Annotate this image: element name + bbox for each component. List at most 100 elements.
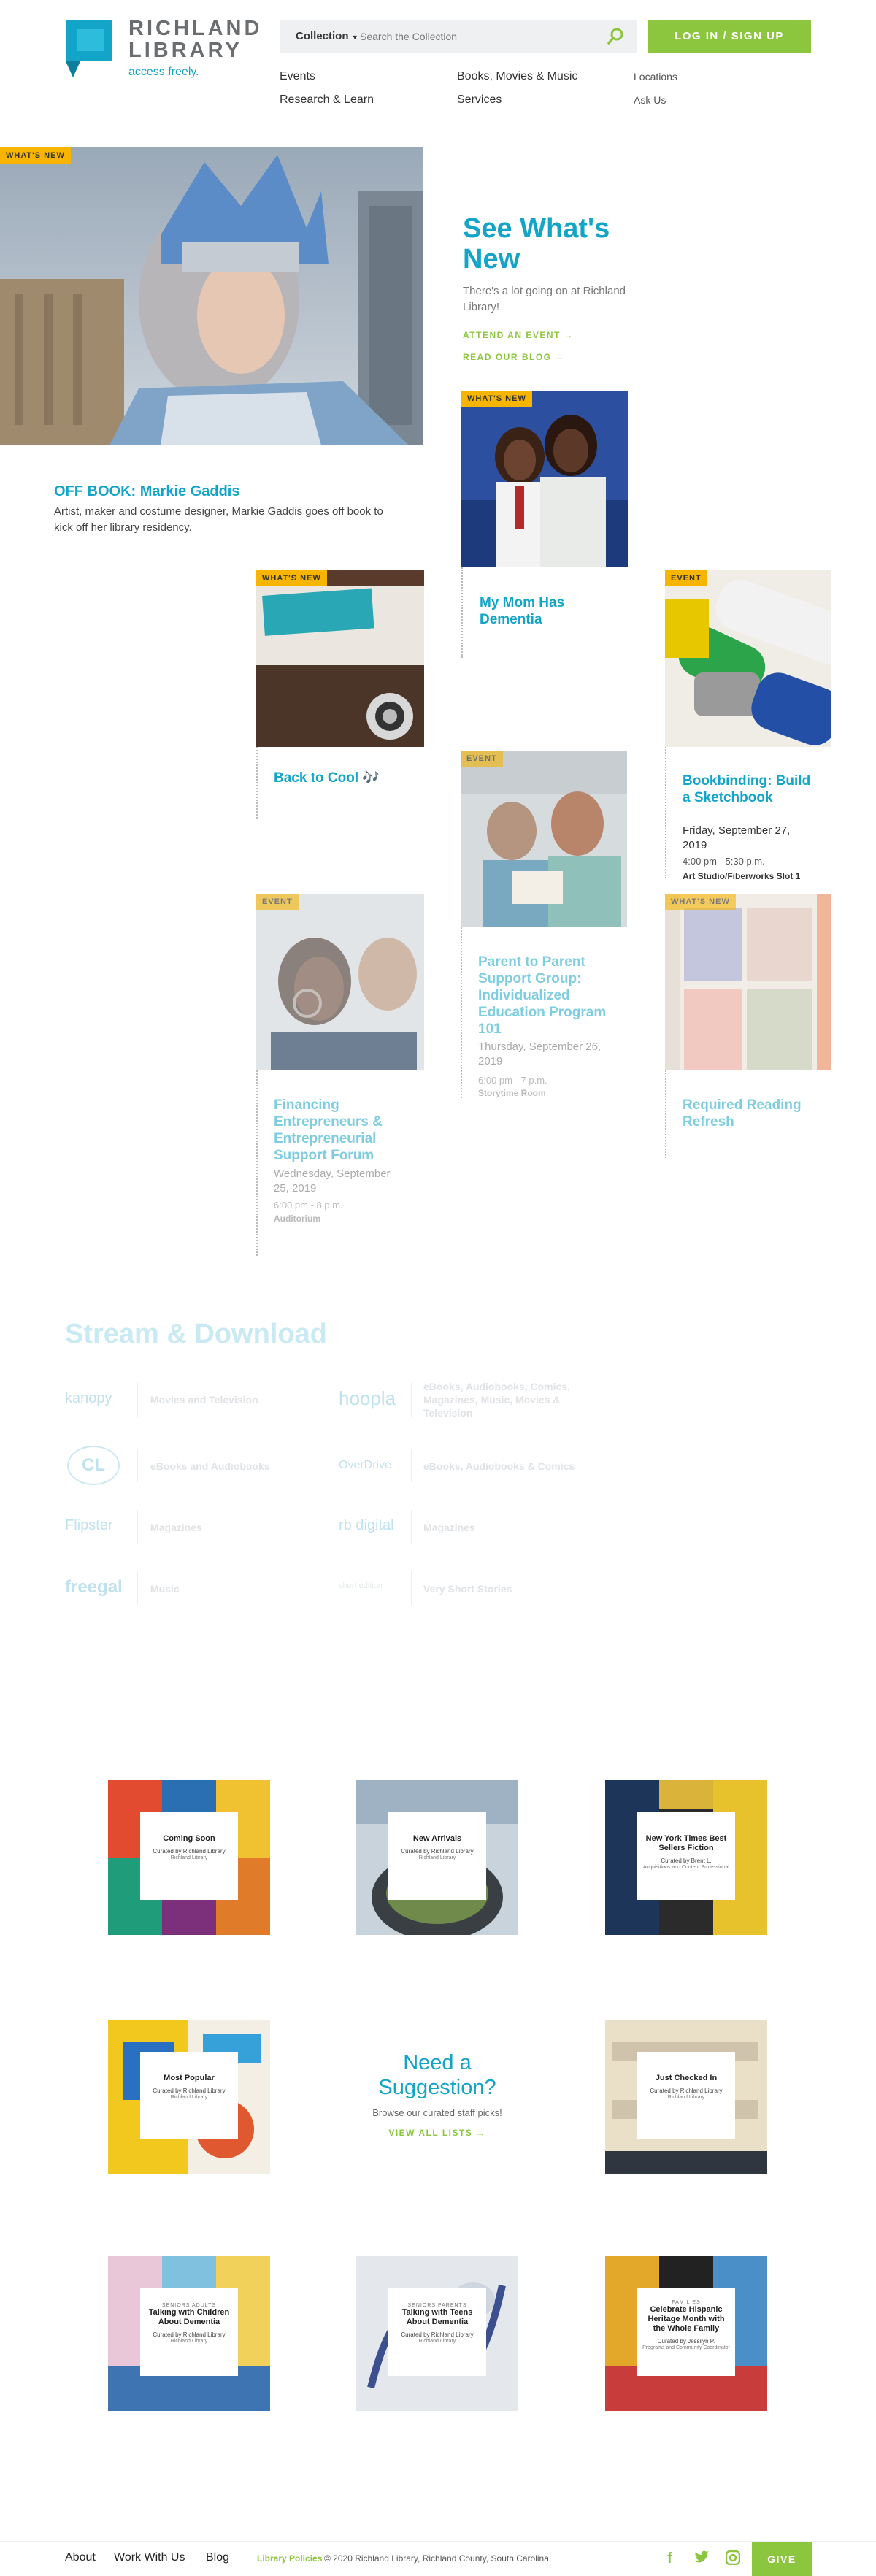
flipster-logo[interactable]: Flipster <box>65 1517 113 1534</box>
card-bookbinding-date: Friday, September 27, 2019 <box>683 824 791 851</box>
search-scope-label: Collection <box>296 30 349 42</box>
search-button[interactable] <box>601 25 630 48</box>
logo-mark[interactable] <box>66 20 112 77</box>
card-financing-title[interactable]: Financing Entrepreneurs & Entrepreneuria… <box>274 1097 420 1164</box>
list-most-popular-card: Most Popular Curated by Richland Library… <box>140 2052 238 2139</box>
list-just-checked-in[interactable]: Just Checked In Curated by Richland Libr… <box>605 2020 767 2174</box>
cloud-library-mark: CL <box>82 1455 105 1475</box>
attend-event-link[interactable]: ATTEND AN EVENT → <box>463 330 574 340</box>
give-button[interactable]: GIVE <box>752 2542 812 2576</box>
logo-title-line1: RICHLAND <box>128 17 263 40</box>
list-hispanic-heritage-sub: Programs and Community Coordinator <box>642 2345 730 2350</box>
list-talking-children[interactable]: SENIORS ADULTS Talking with Children Abo… <box>108 2256 270 2411</box>
list-talking-teens-title: Talking with Teens About Dementia <box>402 2308 473 2326</box>
kanopy-description: Movies and Television <box>150 1394 258 1406</box>
card-my-mom-photo <box>461 391 628 567</box>
feature-image[interactable]: WHAT'S NEW <box>0 147 423 445</box>
nav-research-learn[interactable]: Research & Learn <box>280 93 374 107</box>
footer-work-with-us[interactable]: Work With Us <box>114 2551 185 2564</box>
card-bookbinding-image[interactable]: EVENT <box>665 570 831 747</box>
list-new-arrivals[interactable]: New Arrivals Curated by Richland Library… <box>356 1780 518 1935</box>
list-new-arrivals-title: New Arrivals <box>412 1834 462 1843</box>
list-new-arrivals-card: New Arrivals Curated by Richland Library… <box>388 1812 486 1900</box>
list-talking-children-curator: Curated by Richland Library <box>153 2331 226 2338</box>
card-financing-badge: EVENT <box>256 894 299 910</box>
list-hispanic-heritage-card: FAMILIES Celebrate Hispanic Heritage Mon… <box>637 2288 735 2376</box>
short-edition-description: Very Short Stories <box>423 1583 512 1595</box>
list-most-popular[interactable]: Most Popular Curated by Richland Library… <box>108 2020 270 2174</box>
list-most-popular-title: Most Popular <box>164 2074 215 2082</box>
card-financing-image[interactable]: EVENT <box>256 894 424 1070</box>
nav-events[interactable]: Events <box>280 70 315 83</box>
rbdigital-logo[interactable]: rb digital <box>339 1517 394 1534</box>
footer-blog[interactable]: Blog <box>206 2551 229 2564</box>
nav-books-movies-music[interactable]: Books, Movies & Music <box>457 70 577 83</box>
card-parent-image[interactable]: EVENT <box>461 751 627 927</box>
list-hispanic-heritage[interactable]: FAMILIES Celebrate Hispanic Heritage Mon… <box>605 2256 767 2411</box>
list-nyt-card: New York Times Best Sellers Fiction Cura… <box>637 1812 735 1900</box>
card-back-to-cool-title[interactable]: Back to Cool 🎶 <box>274 770 420 786</box>
card-required-reading-image[interactable]: WHAT'S NEW <box>665 894 831 1070</box>
footer-about[interactable]: About <box>65 2551 96 2564</box>
feature-badge: WHAT'S NEW <box>0 147 71 164</box>
list-nyt-bestsellers[interactable]: New York Times Best Sellers Fiction Cura… <box>605 1780 767 1935</box>
card-my-mom-badge: WHAT'S NEW <box>461 391 532 407</box>
list-most-popular-curator: Curated by Richland Library <box>153 2088 226 2094</box>
list-coming-soon-sub: Richland Library <box>170 1855 208 1860</box>
search-input[interactable] <box>360 26 593 47</box>
list-talking-teens[interactable]: SENIORS PARENTS Talking with Teens About… <box>356 2256 518 2411</box>
card-financing-location: Auditorium <box>274 1214 320 1224</box>
card-bookbinding-title[interactable]: Bookbinding: Build a Sketchbook <box>683 773 814 806</box>
suggestion-title: Need a Suggestion? <box>378 2051 496 2099</box>
intro-description: There's a lot going on at Richland Libra… <box>463 285 626 313</box>
list-talking-teens-curator: Curated by Richland Library <box>401 2331 474 2338</box>
footer: About Work With Us Blog Library Policies… <box>0 2541 876 2576</box>
list-new-arrivals-sub: Richland Library <box>418 1855 456 1860</box>
facebook-icon[interactable]: f <box>667 2550 672 2567</box>
hoopla-logo[interactable]: hoopla <box>339 1387 396 1410</box>
list-talking-teens-sub: Richland Library <box>418 2339 456 2344</box>
search-icon <box>607 28 623 45</box>
kanopy-logo[interactable]: kanopy <box>65 1390 112 1407</box>
search-bar: Collection ▼ <box>280 20 637 53</box>
card-back-to-cool-image[interactable]: WHAT'S NEW <box>256 570 424 747</box>
suggestion-description: Browse our curated staff picks! <box>372 2107 502 2118</box>
list-just-checked-in-curator: Curated by Richland Library <box>650 2088 723 2094</box>
list-coming-soon-curator: Curated by Richland Library <box>153 1848 226 1855</box>
list-just-checked-in-title: Just Checked In <box>655 2074 718 2082</box>
list-talking-children-kicker: SENIORS ADULTS <box>161 2303 217 2308</box>
twitter-icon[interactable] <box>694 2550 710 2569</box>
overdrive-logo[interactable]: OverDrive <box>339 1459 391 1472</box>
list-coming-soon[interactable]: Coming Soon Curated by Richland Library … <box>108 1780 270 1935</box>
card-bookbinding-time: 4:00 pm - 5:30 p.m. <box>683 856 765 867</box>
nav-services[interactable]: Services <box>457 93 502 107</box>
feature-description: Artist, maker and costume designer, Mark… <box>54 505 383 534</box>
search-scope-select[interactable]: Collection ▼ <box>280 20 360 53</box>
card-parent-title[interactable]: Parent to Parent Support Group: Individu… <box>478 954 610 1038</box>
nav-ask-us[interactable]: Ask Us <box>634 94 666 106</box>
overdrive-description: eBooks, Audiobooks & Comics <box>423 1460 575 1472</box>
cloud-library-description: eBooks and Audiobooks <box>150 1460 270 1472</box>
card-required-reading-title[interactable]: Required Reading Refresh <box>683 1097 814 1130</box>
cloud-library-logo[interactable]: CL <box>67 1446 120 1485</box>
instagram-icon[interactable] <box>725 2550 741 2569</box>
footer-library-policies[interactable]: Library Policies <box>257 2553 322 2564</box>
feature-title[interactable]: OFF BOOK: Markie Gaddis <box>54 483 239 500</box>
view-all-lists-link[interactable]: VIEW ALL LISTS → <box>356 2128 518 2138</box>
login-signup-button[interactable]: LOG IN / SIGN UP <box>648 20 811 53</box>
list-talking-teens-kicker: SENIORS PARENTS <box>407 2303 467 2308</box>
nav-locations[interactable]: Locations <box>634 71 677 83</box>
list-hispanic-heritage-curator: Curated by Jessilyn P. <box>657 2338 715 2345</box>
flipster-description: Magazines <box>150 1522 202 1533</box>
freegal-logo[interactable]: freegal <box>65 1577 123 1598</box>
short-edition-logo[interactable]: short edition <box>339 1582 383 1590</box>
list-new-arrivals-curator: Curated by Richland Library <box>401 1848 474 1855</box>
chevron-down-icon: ▼ <box>351 34 358 41</box>
list-coming-soon-title: Coming Soon <box>163 1834 215 1843</box>
card-my-mom-title[interactable]: My Mom Has Dementia <box>480 594 611 628</box>
card-back-to-cool-badge: WHAT'S NEW <box>256 570 327 586</box>
card-my-mom-image[interactable]: WHAT'S NEW <box>461 391 628 567</box>
read-blog-link[interactable]: READ OUR BLOG → <box>463 352 565 362</box>
list-nyt-curator: Curated by Brent L. <box>661 1858 712 1864</box>
card-bookbinding-location: Art Studio/Fiberworks Slot 1 <box>683 871 801 881</box>
